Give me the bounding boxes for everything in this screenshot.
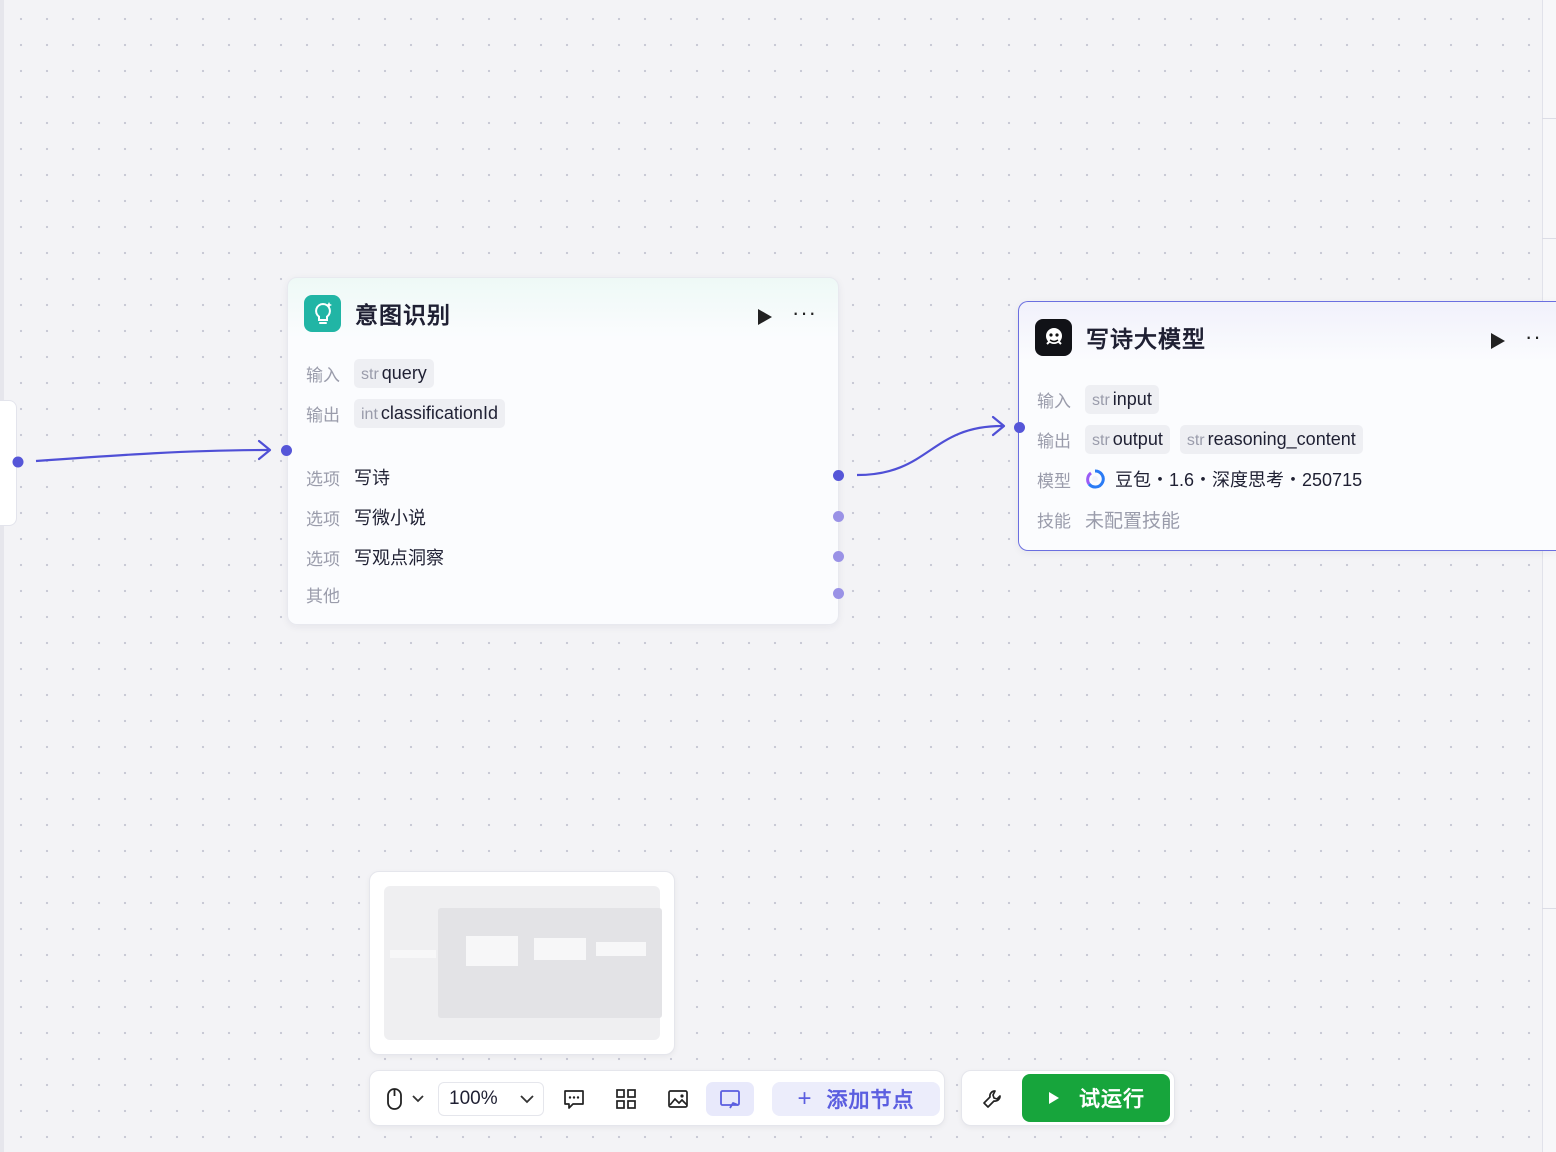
chevron-down-icon xyxy=(520,1095,534,1104)
minimap[interactable] xyxy=(369,871,675,1055)
canvas-right-tick xyxy=(1542,118,1556,119)
model-row: 模型 豆包・1.6・深度思考・250715 xyxy=(1037,464,1362,494)
option-value: 写微小说 xyxy=(354,508,426,528)
export-image-button[interactable] xyxy=(660,1082,696,1116)
node-title: 意图识别 xyxy=(355,302,451,328)
previous-node-edge[interactable] xyxy=(0,400,17,526)
option-label: 选项 xyxy=(306,549,340,569)
intent-recognition-node[interactable]: 意图识别 ··· 输入 str query 输出 int classificat… xyxy=(287,277,839,625)
minimap-toggle-button[interactable] xyxy=(706,1082,754,1116)
variable-name: input xyxy=(1112,388,1152,409)
zoom-select[interactable]: 100% xyxy=(438,1082,544,1116)
llm-input-port[interactable] xyxy=(1014,422,1025,433)
input-label: 输入 xyxy=(1037,391,1071,411)
output-row: 输出 str output str reasoning_content xyxy=(1037,424,1373,454)
input-label: 输入 xyxy=(306,365,340,385)
edge-arrow-intent xyxy=(257,439,272,461)
canvas-toolbar: 100% + 添加节点 xyxy=(369,1070,945,1126)
variable-name: query xyxy=(381,362,427,383)
other-label: 其他 xyxy=(306,586,340,606)
output-variable-tag: str reasoning_content xyxy=(1179,424,1363,454)
lightbulb-icon xyxy=(304,294,341,332)
variable-type: str xyxy=(1092,391,1110,409)
other-row: 其他 xyxy=(306,579,354,609)
play-icon xyxy=(1049,1092,1059,1104)
interaction-mode-button[interactable] xyxy=(380,1082,430,1116)
node-title: 写诗大模型 xyxy=(1086,326,1206,352)
variable-type: str xyxy=(1186,431,1205,449)
doubao-logo-icon xyxy=(1086,469,1105,489)
auto-layout-button[interactable] xyxy=(608,1082,644,1116)
comment-icon xyxy=(564,1090,584,1109)
add-node-label: 添加节点 xyxy=(826,1089,915,1112)
output-label: 输出 xyxy=(1037,431,1071,451)
variable-type: str xyxy=(361,365,379,383)
option-row: 选项 写诗 xyxy=(306,462,390,492)
option-label: 选项 xyxy=(306,509,340,529)
variable-name: reasoning_content xyxy=(1207,428,1356,449)
debug-tools-button[interactable] xyxy=(974,1082,1010,1116)
run-node-icon[interactable] xyxy=(754,307,774,327)
trial-run-label: 试运行 xyxy=(1079,1088,1145,1111)
option-value: 写诗 xyxy=(354,468,390,488)
option-2-output-port[interactable] xyxy=(833,511,844,522)
input-row: 输入 str query xyxy=(306,358,444,388)
skill-label: 技能 xyxy=(1037,511,1071,531)
edge-start-to-intent xyxy=(35,448,269,463)
chevron-down-icon xyxy=(412,1095,424,1103)
layout-grid-icon xyxy=(616,1089,636,1109)
add-node-button[interactable]: + 添加节点 xyxy=(772,1082,940,1116)
option-label: 选项 xyxy=(306,469,340,489)
mouse-icon xyxy=(387,1088,402,1110)
minimap-node xyxy=(390,950,436,958)
minimap-icon xyxy=(720,1090,740,1109)
other-output-port[interactable] xyxy=(833,588,844,599)
skill-value: 未配置技能 xyxy=(1085,510,1181,532)
plus-icon: + xyxy=(797,1085,813,1112)
option-1-output-port[interactable] xyxy=(833,470,844,481)
input-row: 输入 str input xyxy=(1037,384,1169,414)
canvas-left-border xyxy=(0,0,4,1152)
option-3-output-port[interactable] xyxy=(833,551,844,562)
intent-input-port[interactable] xyxy=(281,445,292,456)
variable-type: int xyxy=(361,405,378,423)
wrench-icon xyxy=(983,1090,1001,1108)
output-row: 输出 int classificationId xyxy=(306,398,515,428)
output-variable-tag: int classificationId xyxy=(354,398,505,428)
llm-model-icon xyxy=(1035,318,1072,356)
comment-button[interactable] xyxy=(556,1082,592,1116)
edge-intent-to-llm xyxy=(856,424,1003,477)
edge-arrow-llm xyxy=(991,415,1006,437)
image-icon xyxy=(668,1090,688,1108)
trial-run-button[interactable]: 试运行 xyxy=(1022,1074,1170,1122)
run-toolbar: 试运行 xyxy=(961,1070,1175,1126)
output-label: 输出 xyxy=(306,405,340,425)
more-options-icon[interactable]: ·· xyxy=(1525,326,1542,348)
more-options-icon[interactable]: ··· xyxy=(792,302,817,324)
option-row: 选项 写观点洞察 xyxy=(306,542,444,572)
variable-name: output xyxy=(1112,428,1163,449)
canvas-right-tick xyxy=(1542,908,1556,909)
run-node-icon[interactable] xyxy=(1487,331,1507,351)
canvas-right-border xyxy=(1542,0,1556,1152)
input-variable-tag: str query xyxy=(354,358,434,388)
variable-type: str xyxy=(1092,431,1110,449)
minimap-node xyxy=(596,942,646,956)
poem-llm-node[interactable]: 写诗大模型 ·· 输入 str input 输出 str output str … xyxy=(1018,301,1556,551)
option-value: 写观点洞察 xyxy=(354,548,444,568)
skill-row: 技能 未配置技能 xyxy=(1037,504,1180,534)
minimap-node xyxy=(534,938,586,960)
input-variable-tag: str input xyxy=(1085,384,1159,414)
minimap-node xyxy=(466,936,518,966)
variable-name: classificationId xyxy=(380,402,498,423)
canvas-right-tick xyxy=(1542,238,1556,239)
model-value: 豆包・1.6・深度思考・250715 xyxy=(1115,470,1363,490)
node-header: 写诗大模型 xyxy=(1035,318,1542,356)
output-variable-tag: str output xyxy=(1085,424,1170,454)
model-label: 模型 xyxy=(1037,471,1071,491)
zoom-value: 100% xyxy=(449,1088,498,1109)
node-header: 意图识别 xyxy=(304,294,822,332)
option-row: 选项 写微小说 xyxy=(306,502,426,532)
